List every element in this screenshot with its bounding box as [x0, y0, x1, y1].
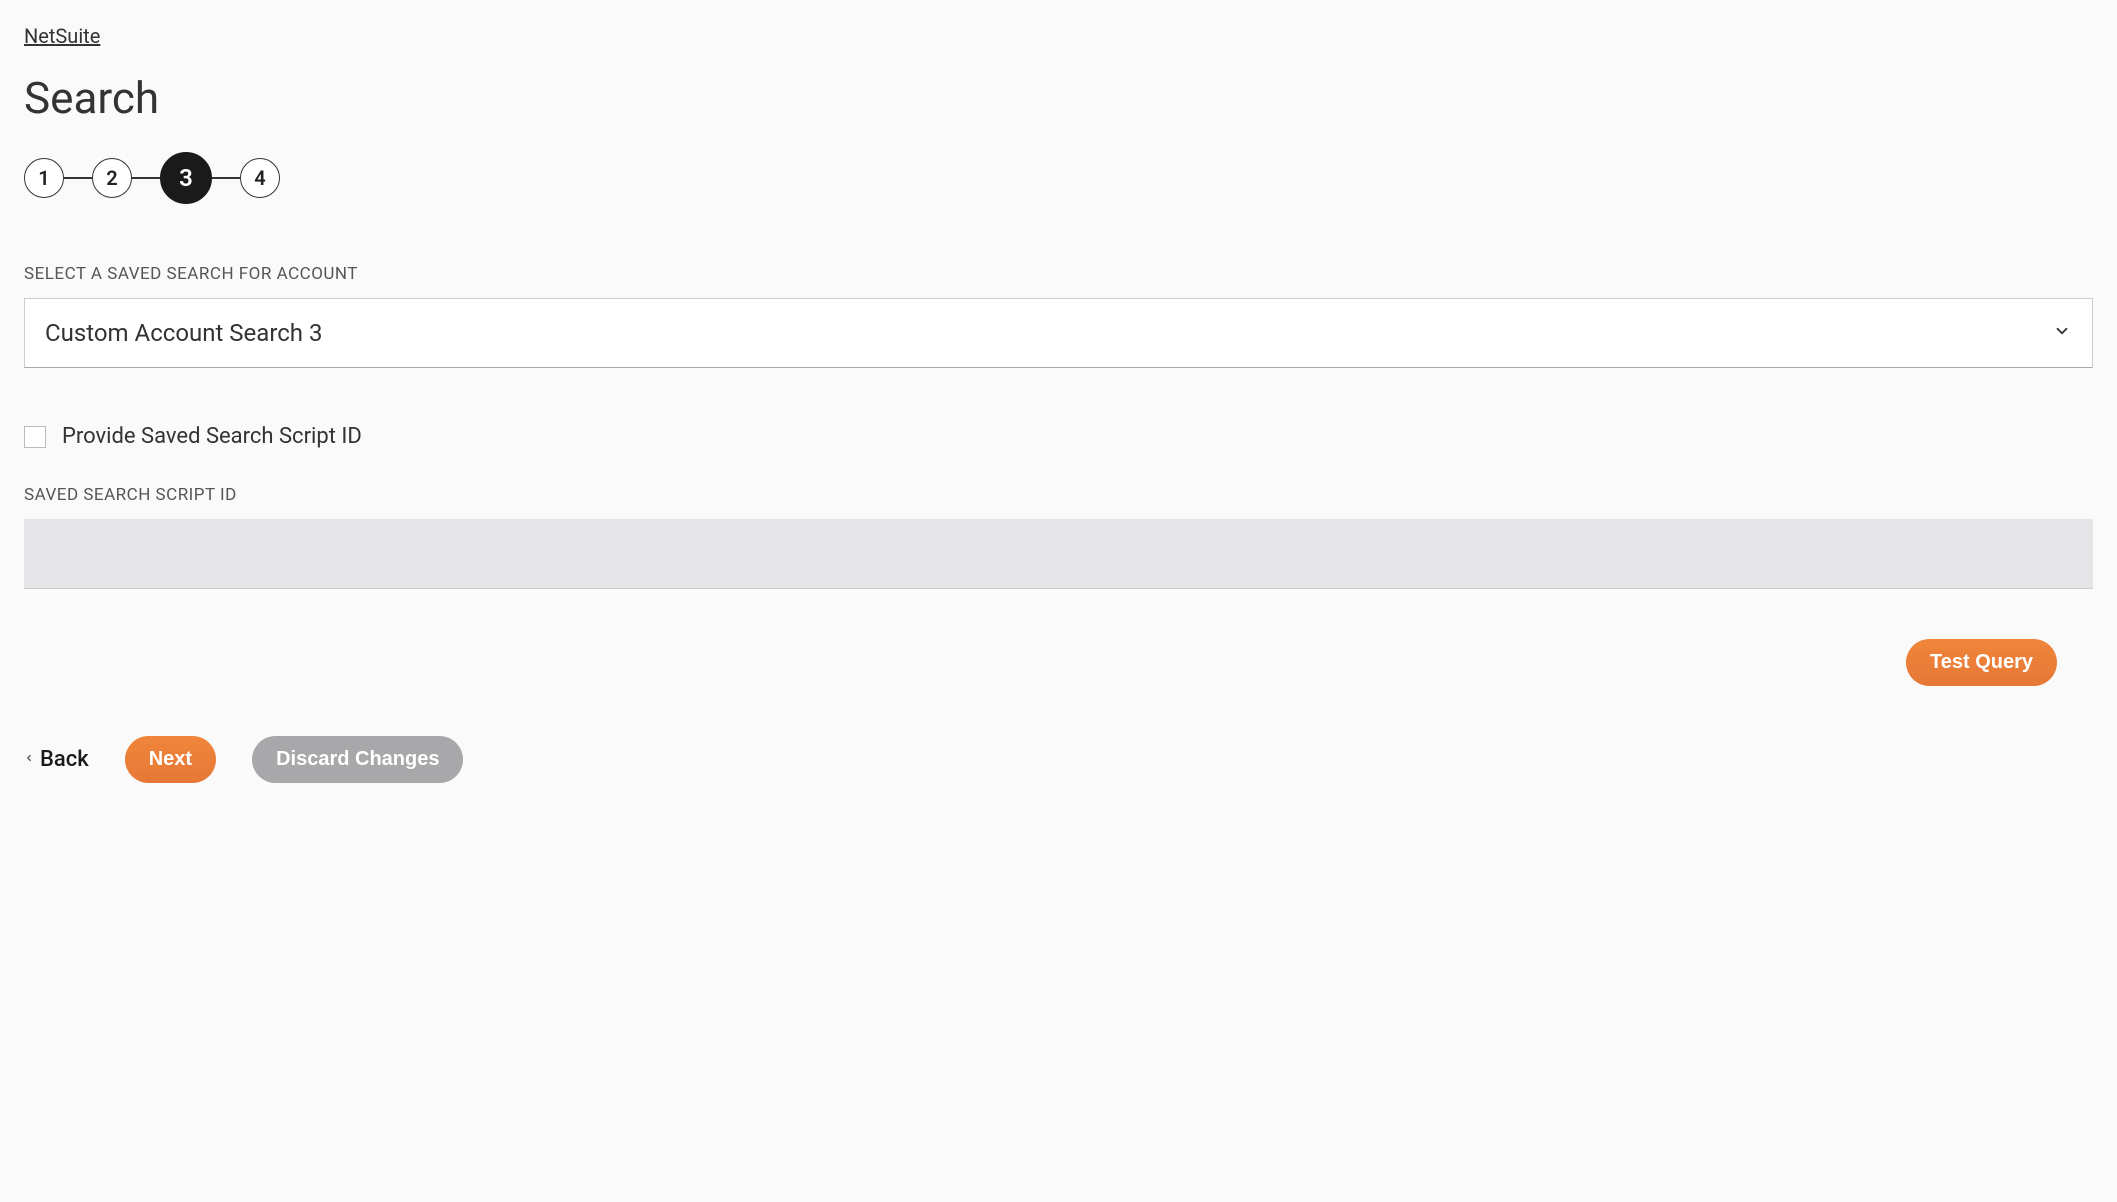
step-connector	[132, 177, 160, 179]
script-id-label: SAVED SEARCH SCRIPT ID	[24, 485, 2093, 505]
saved-search-label: SELECT A SAVED SEARCH FOR ACCOUNT	[24, 264, 2093, 284]
saved-search-value: Custom Account Search 3	[45, 319, 322, 347]
chevron-left-icon	[24, 750, 34, 769]
step-2[interactable]: 2	[92, 158, 132, 198]
step-connector	[64, 177, 92, 179]
test-query-button[interactable]: Test Query	[1906, 639, 2057, 686]
breadcrumb-link[interactable]: NetSuite	[24, 24, 100, 48]
back-label: Back	[40, 747, 89, 772]
script-id-checkbox-label: Provide Saved Search Script ID	[62, 424, 362, 449]
step-3[interactable]: 3	[160, 152, 212, 204]
script-id-input	[24, 519, 2093, 589]
page-title: Search	[24, 72, 2093, 124]
back-button[interactable]: Back	[24, 747, 89, 772]
discard-changes-button[interactable]: Discard Changes	[252, 736, 463, 783]
saved-search-select[interactable]: Custom Account Search 3	[24, 298, 2093, 368]
footer-row: Back Next Discard Changes	[24, 736, 2093, 783]
test-query-row: Test Query	[24, 639, 2093, 686]
step-4[interactable]: 4	[240, 158, 280, 198]
step-connector	[212, 177, 240, 179]
next-button[interactable]: Next	[125, 736, 216, 783]
stepper: 1 2 3 4	[24, 152, 2093, 204]
script-id-checkbox[interactable]	[24, 426, 46, 448]
saved-search-select-wrapper: Custom Account Search 3	[24, 298, 2093, 368]
step-1[interactable]: 1	[24, 158, 64, 198]
script-id-checkbox-row: Provide Saved Search Script ID	[24, 424, 2093, 449]
